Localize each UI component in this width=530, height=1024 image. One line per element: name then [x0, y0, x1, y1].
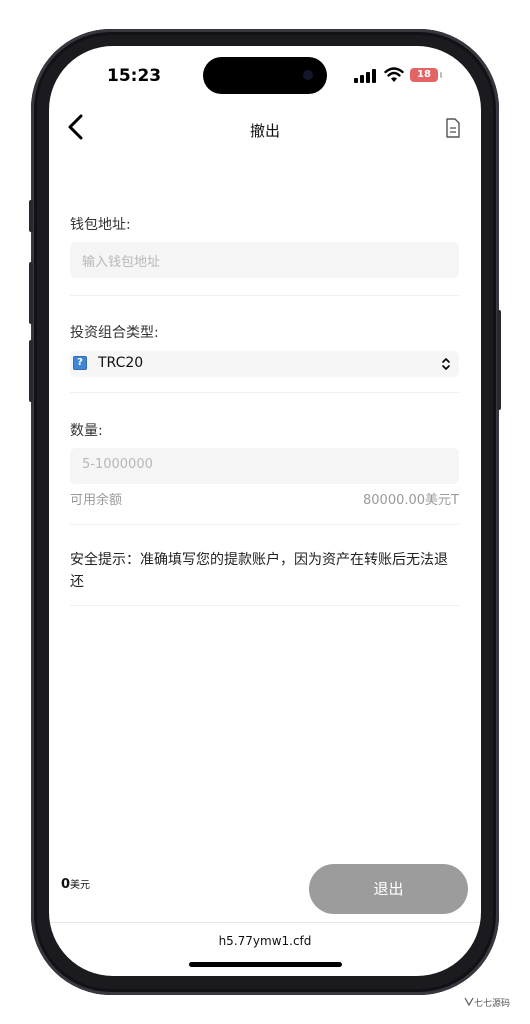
divider [70, 392, 459, 393]
watermark-text: 七七源码 [474, 999, 511, 1009]
portfolio-type-select[interactable]: ? TRC20 [70, 351, 459, 377]
battery-icon: 18 [410, 68, 438, 82]
status-time: 15:23 [107, 66, 162, 86]
volume-up-button [29, 262, 33, 324]
nav-bar: 撤出 [49, 112, 481, 152]
wallet-address-placeholder: 输入钱包地址 [82, 255, 161, 270]
action-button [29, 200, 33, 232]
volume-down-button [29, 340, 33, 402]
signal-icon [354, 69, 376, 83]
quantity-input[interactable]: 5-1000000 [70, 448, 459, 484]
battery-level: 18 [417, 69, 431, 80]
total-amount: 0美元 [61, 876, 90, 892]
quantity-label: 数量: [70, 423, 103, 439]
battery-tip [440, 72, 442, 78]
chevron-updown-icon [442, 358, 450, 370]
page-title: 撤出 [249, 122, 280, 140]
divider [70, 295, 459, 296]
screen: 15:23 18 撤出 钱包地址: 输入钱包地址 投资组合类型: ? TRC20… [49, 46, 481, 976]
portfolio-type-label: 投资组合类型: [70, 325, 159, 341]
home-indicator[interactable] [189, 962, 342, 967]
camera-icon [303, 70, 313, 80]
divider [70, 605, 459, 606]
wallet-address-input[interactable]: 输入钱包地址 [70, 242, 459, 278]
browser-url[interactable]: h5.77ymw1.cfd [49, 934, 481, 948]
total-amount-value: 0 [61, 877, 71, 892]
available-balance-label: 可用余额 [70, 493, 123, 508]
wallet-address-label: 钱包地址: [70, 217, 131, 233]
security-notice: 安全提示：准确填写您的提款账户，因为资产在转账后无法退还 [70, 552, 448, 590]
dynamic-island [203, 57, 327, 94]
browser-bar-divider [49, 922, 481, 923]
quantity-placeholder: 5-1000000 [82, 457, 153, 472]
wifi-icon [384, 67, 404, 82]
status-bar: 15:23 18 [49, 46, 481, 106]
total-amount-unit: 美元 [70, 880, 91, 891]
withdraw-button[interactable]: 退出 [309, 864, 468, 914]
power-button [497, 310, 501, 410]
portfolio-type-value: TRC20 [98, 355, 144, 371]
document-icon[interactable] [445, 118, 461, 138]
available-balance-value: 80000.00美元T [363, 493, 459, 508]
divider [70, 524, 459, 525]
question-icon: ? [73, 356, 87, 370]
watermark-logo-icon [464, 997, 474, 1006]
